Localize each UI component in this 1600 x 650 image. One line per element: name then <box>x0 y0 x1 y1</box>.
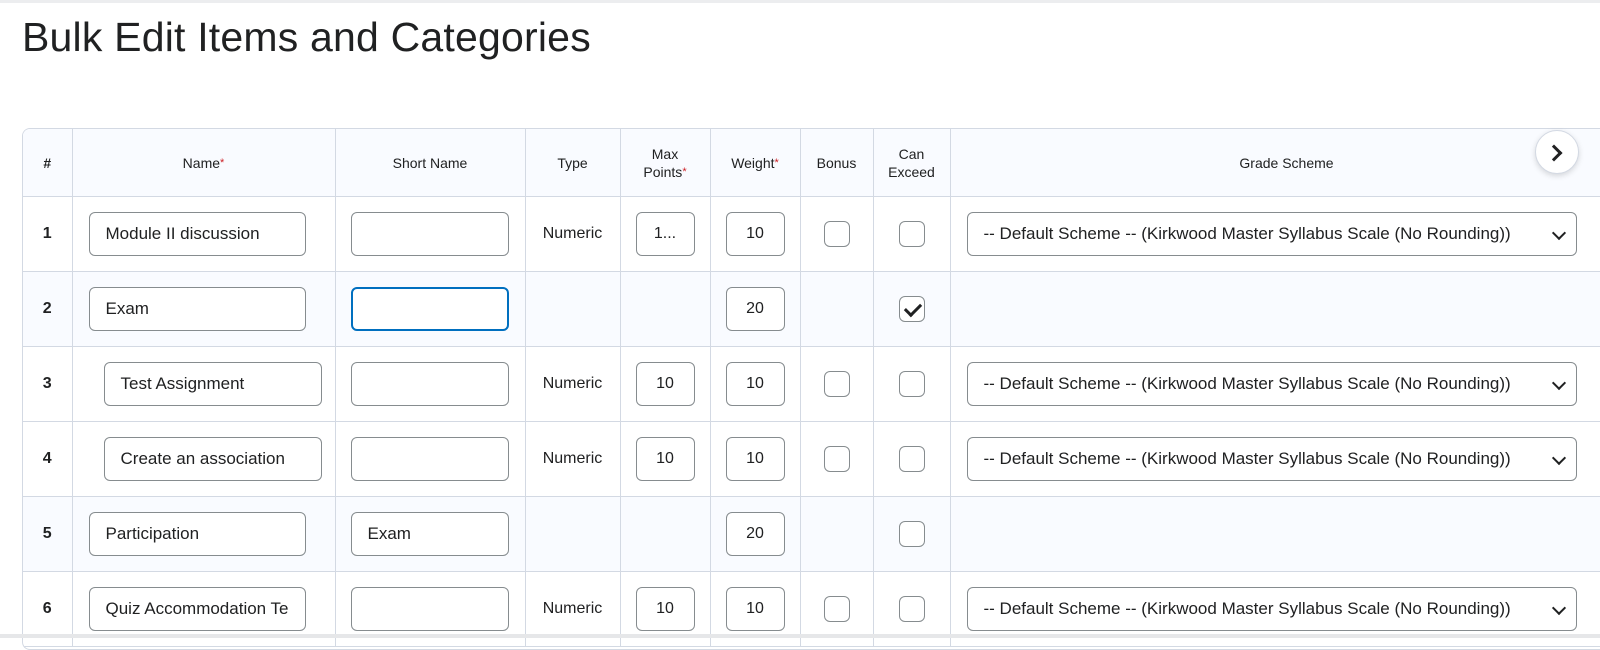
grade-scheme-select[interactable]: -- Default Scheme -- (Kirkwood Master Sy… <box>966 362 1577 406</box>
name-input[interactable]: Create an association <box>103 437 322 481</box>
name-input[interactable]: Quiz Accommodation Te <box>88 587 306 631</box>
table-row: 5 Participation Exam 20 <box>23 496 1600 572</box>
can-exceed-checkbox[interactable] <box>898 446 925 472</box>
short-name-input[interactable] <box>350 362 509 406</box>
weight-input[interactable]: 10 <box>725 437 785 481</box>
short-name-input[interactable] <box>350 587 509 631</box>
row-number: 4 <box>23 421 73 497</box>
weight-input[interactable]: 10 <box>725 362 785 406</box>
scroll-right-button[interactable] <box>1535 130 1579 174</box>
weight-input[interactable]: 10 <box>725 212 785 256</box>
col-header-bonus: Bonus <box>800 129 874 197</box>
col-header-can-exceed: Can Exceed <box>873 129 951 197</box>
name-input[interactable]: Module II discussion <box>88 212 306 256</box>
grade-scheme-empty <box>950 496 1600 572</box>
can-exceed-checkbox[interactable] <box>898 596 925 622</box>
required-indicator: * <box>682 165 687 178</box>
max-points-input[interactable]: 10 <box>635 437 695 481</box>
col-header-grade-scheme: Grade Scheme <box>950 129 1600 197</box>
col-header-name: Name* <box>72 129 336 197</box>
bonus-empty <box>800 496 874 572</box>
table-header-row: # Name* Short Name Type Max Points* Weigh… <box>23 129 1600 197</box>
name-input[interactable]: Exam <box>88 287 306 331</box>
table-row: 2 Exam 20 <box>23 271 1600 347</box>
col-header-short-name: Short Name <box>335 129 526 197</box>
table-row: 4 Create an association Numeric 10 10 --… <box>23 421 1600 497</box>
col-header-max-points: Max Points* <box>620 129 711 197</box>
max-points-empty <box>620 271 711 347</box>
grade-scheme-select[interactable]: -- Default Scheme -- (Kirkwood Master Sy… <box>966 437 1577 481</box>
can-exceed-checkbox[interactable] <box>898 371 925 397</box>
col-header-type: Type <box>525 129 621 197</box>
bulk-edit-table: # Name* Short Name Type Max Points* Weigh… <box>22 128 1600 650</box>
bonus-checkbox[interactable] <box>823 596 850 622</box>
max-points-empty <box>620 496 711 572</box>
name-input[interactable]: Test Assignment <box>103 362 322 406</box>
type-value: Numeric <box>525 421 621 497</box>
type-value: Numeric <box>525 196 621 272</box>
col-header-number: # <box>23 129 73 197</box>
max-points-input[interactable]: 10 <box>635 587 695 631</box>
chevron-down-icon <box>1551 225 1566 241</box>
table-row: 1 Module II discussion Numeric 1... 10 -… <box>23 196 1600 272</box>
bonus-checkbox[interactable] <box>823 446 850 472</box>
required-indicator: * <box>220 156 225 169</box>
chevron-down-icon <box>1551 450 1566 466</box>
chevron-right-icon <box>1545 144 1563 162</box>
bonus-empty <box>800 271 874 347</box>
page-title: Bulk Edit Items and Categories <box>22 14 591 60</box>
short-name-input[interactable] <box>350 212 509 256</box>
required-indicator: * <box>774 156 779 169</box>
bonus-checkbox[interactable] <box>823 371 850 397</box>
weight-input[interactable]: 20 <box>725 512 785 556</box>
chevron-down-icon <box>1551 600 1566 616</box>
grade-scheme-select[interactable]: -- Default Scheme -- (Kirkwood Master Sy… <box>966 587 1577 631</box>
row-number: 2 <box>23 271 73 347</box>
bottom-divider <box>0 634 1600 638</box>
can-exceed-checkbox[interactable] <box>898 221 925 247</box>
bonus-checkbox[interactable] <box>823 221 850 247</box>
grade-scheme-empty <box>950 271 1600 347</box>
row-number: 5 <box>23 496 73 572</box>
can-exceed-checkbox[interactable] <box>898 521 925 547</box>
type-value <box>525 496 621 572</box>
short-name-input[interactable] <box>350 437 509 481</box>
weight-input[interactable]: 10 <box>725 587 785 631</box>
row-number: 1 <box>23 196 73 272</box>
type-value <box>525 271 621 347</box>
type-value: Numeric <box>525 346 621 422</box>
max-points-input[interactable]: 10 <box>635 362 695 406</box>
table-row: 3 Test Assignment Numeric 10 10 -- Defau… <box>23 346 1600 422</box>
col-header-weight: Weight* <box>710 129 801 197</box>
grade-scheme-select[interactable]: -- Default Scheme -- (Kirkwood Master Sy… <box>966 212 1577 256</box>
max-points-input[interactable]: 1... <box>635 212 695 256</box>
short-name-input[interactable] <box>350 287 509 331</box>
row-number: 3 <box>23 346 73 422</box>
name-input[interactable]: Participation <box>88 512 306 556</box>
can-exceed-checkbox[interactable] <box>898 296 925 322</box>
short-name-input[interactable]: Exam <box>350 512 509 556</box>
weight-input[interactable]: 20 <box>725 287 785 331</box>
top-divider <box>0 0 1600 3</box>
chevron-down-icon <box>1551 375 1566 391</box>
